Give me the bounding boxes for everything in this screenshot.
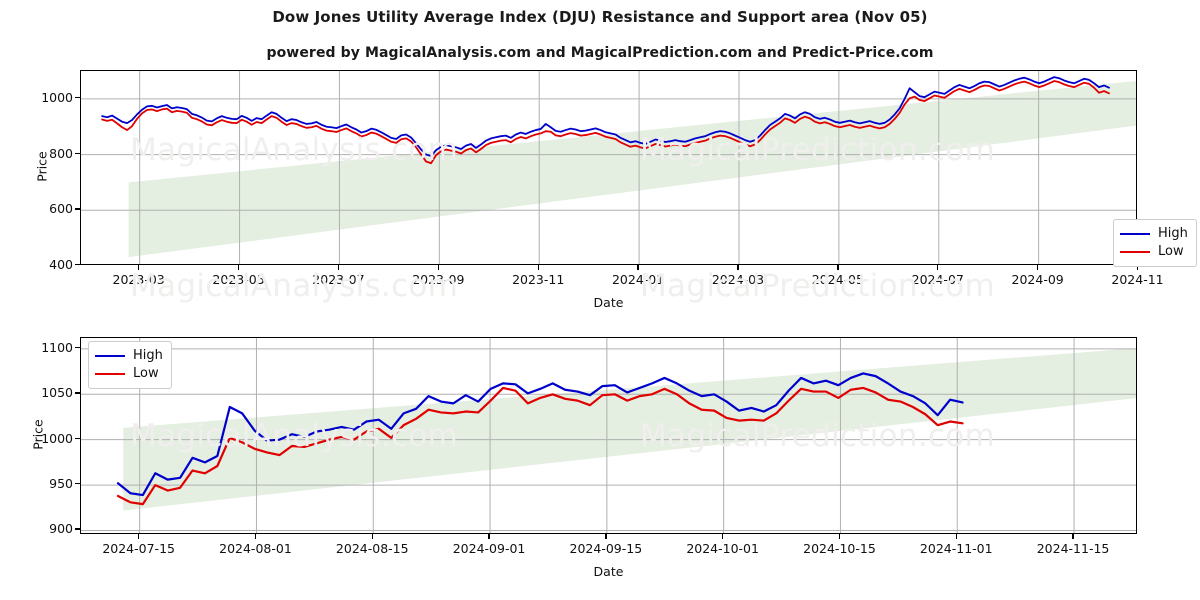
x-tick-mark	[737, 265, 739, 270]
y-tick-label: 1000	[41, 89, 73, 105]
zoom-plot-area[interactable]	[80, 337, 1137, 534]
x-tick-label: 2024-11	[1111, 272, 1164, 287]
y-tick-label: 1100	[41, 339, 73, 355]
x-tick-label: 2024-08-15	[335, 541, 409, 556]
x-tick-mark	[1037, 265, 1039, 270]
support-resistance-band	[123, 348, 1136, 511]
x-tick-mark	[937, 265, 939, 270]
legend-line-low-icon	[95, 373, 125, 375]
x-tick-label: 2024-11-01	[919, 541, 993, 556]
chart-page: Dow Jones Utility Average Index (DJU) Re…	[0, 0, 1200, 600]
y-tick-label: 950	[49, 476, 73, 492]
x-tick-label: 2024-11-15	[1036, 541, 1110, 556]
legend-item-high[interactable]: High	[95, 347, 163, 365]
x-tick-mark	[254, 534, 257, 539]
y-tick-label: 1050	[41, 385, 73, 401]
overview-x-axis-label: Date	[593, 295, 624, 310]
y-tick-mark	[75, 208, 80, 210]
overview-plot-svg	[81, 71, 1136, 264]
y-tick-mark	[75, 392, 80, 394]
x-tick-mark	[138, 265, 140, 270]
page-title: Dow Jones Utility Average Index (DJU) Re…	[272, 8, 928, 26]
y-tick-label: 400	[49, 257, 73, 272]
legend-label-low: Low	[133, 366, 159, 381]
legend-line-high-icon	[95, 355, 125, 357]
x-tick-label: 2024-09-01	[452, 541, 526, 556]
y-tick-mark	[75, 96, 80, 99]
x-tick-mark	[537, 265, 539, 270]
x-tick-label: 2024-09-15	[569, 541, 643, 556]
y-tick-mark	[75, 264, 80, 266]
y-tick-mark	[75, 483, 80, 485]
legend-item-high[interactable]: High	[1120, 225, 1188, 243]
y-tick-mark	[75, 346, 80, 349]
x-tick-mark	[1072, 534, 1074, 539]
y-tick-label: 600	[49, 201, 73, 217]
x-tick-label: 2024-10-01	[686, 541, 759, 556]
overview-plot-area[interactable]	[80, 70, 1137, 265]
legend-label-high: High	[1158, 226, 1188, 241]
y-tick-label: 1000	[41, 430, 73, 446]
y-tick-mark	[75, 152, 80, 154]
x-tick-mark	[637, 265, 639, 270]
x-tick-label: 2024-08-01	[219, 541, 292, 556]
x-tick-mark	[838, 534, 841, 539]
x-tick-mark	[138, 534, 140, 539]
legend-item-low[interactable]: Low	[1120, 243, 1188, 261]
legend-label-low: Low	[1158, 244, 1184, 259]
zoom-plot-svg	[81, 338, 1136, 533]
x-tick-mark	[237, 265, 240, 270]
zoom-x-axis-label: Date	[593, 564, 624, 579]
x-tick-mark	[437, 265, 440, 270]
legend-item-low[interactable]: Low	[95, 365, 163, 383]
x-tick-mark	[955, 534, 957, 539]
legend-label-high: High	[133, 348, 163, 363]
x-tick-mark	[337, 265, 340, 270]
overview-legend[interactable]: High Low	[1113, 219, 1197, 267]
x-tick-mark	[722, 534, 724, 539]
support-resistance-band	[128, 80, 1136, 258]
y-tick-label: 800	[49, 145, 73, 161]
x-tick-label: 2024-07-15	[102, 541, 175, 556]
x-tick-mark	[605, 534, 607, 539]
x-tick-mark	[488, 534, 490, 539]
y-tick-label: 900	[49, 521, 73, 537]
y-tick-mark	[75, 528, 80, 530]
page-subtitle: powered by MagicalAnalysis.com and Magic…	[266, 45, 934, 61]
x-tick-label: 2024-10-15	[803, 541, 876, 556]
legend-line-high-icon	[1120, 233, 1150, 235]
x-tick-mark	[371, 534, 373, 539]
y-tick-mark	[75, 437, 80, 439]
zoom-legend[interactable]: High Low	[88, 341, 172, 389]
legend-line-low-icon	[1120, 251, 1150, 253]
x-tick-mark	[837, 265, 839, 270]
